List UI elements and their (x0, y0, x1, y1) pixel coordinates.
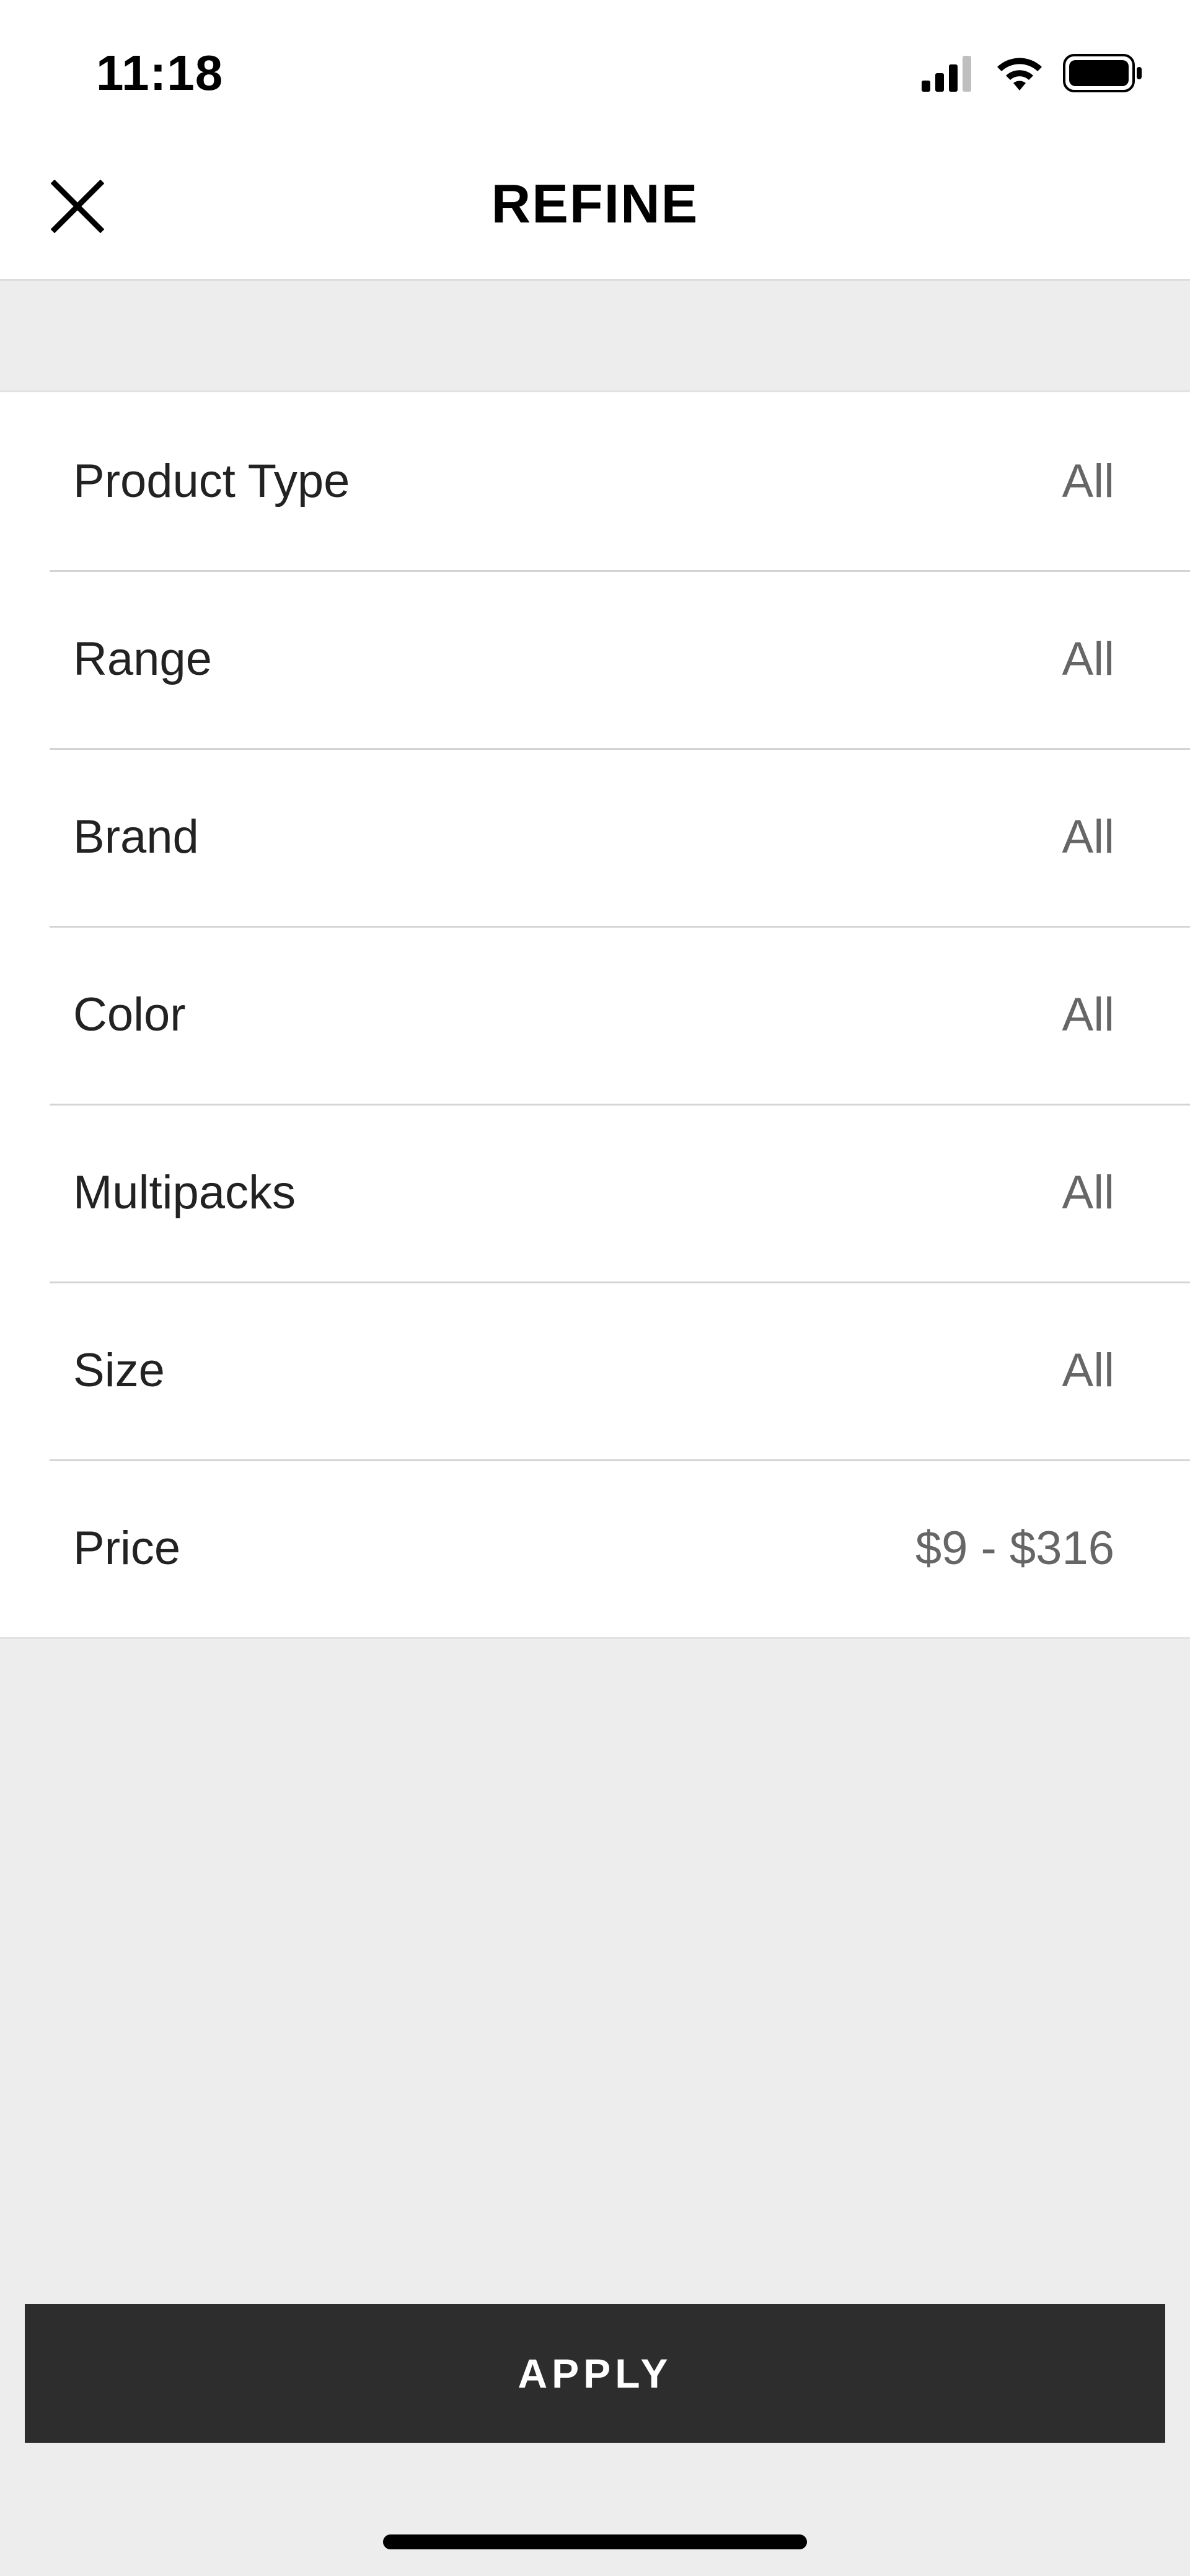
filter-row-size[interactable]: Size All (0, 1281, 1190, 1459)
page-title: REFINE (491, 173, 699, 234)
filter-label: Size (73, 1344, 165, 1397)
filter-value: All (1062, 1166, 1114, 1219)
filter-row-price[interactable]: Price $9 - $316 (0, 1459, 1190, 1637)
nav-bar: REFINE (0, 136, 1190, 281)
home-indicator[interactable] (383, 2534, 807, 2549)
filter-label: Multipacks (73, 1166, 296, 1219)
filter-label: Color (73, 988, 186, 1041)
filter-list: Product Type All Range All Brand All Col… (0, 390, 1190, 1639)
battery-icon (1063, 53, 1144, 95)
status-bar: 11:18 (0, 0, 1190, 136)
filter-value: All (1062, 455, 1114, 508)
filter-row-product-type[interactable]: Product Type All (0, 392, 1190, 570)
filter-label: Price (73, 1522, 181, 1575)
filter-label: Product Type (73, 455, 350, 508)
filter-value: All (1062, 633, 1114, 685)
wifi-icon (995, 55, 1044, 95)
filter-value: $9 - $316 (915, 1522, 1114, 1575)
filter-label: Brand (73, 811, 199, 863)
status-time: 11:18 (96, 45, 224, 100)
filter-value: All (1062, 1344, 1114, 1397)
apply-button[interactable]: APPLY (25, 2304, 1165, 2443)
filter-value: All (1062, 811, 1114, 863)
filter-row-range[interactable]: Range All (0, 570, 1190, 748)
status-icons (922, 50, 1144, 99)
filter-row-color[interactable]: Color All (0, 926, 1190, 1104)
filter-row-brand[interactable]: Brand All (0, 748, 1190, 926)
filter-label: Range (73, 633, 212, 685)
cellular-signal-icon (922, 55, 976, 95)
filter-value: All (1062, 988, 1114, 1041)
filter-row-multipacks[interactable]: Multipacks All (0, 1104, 1190, 1281)
